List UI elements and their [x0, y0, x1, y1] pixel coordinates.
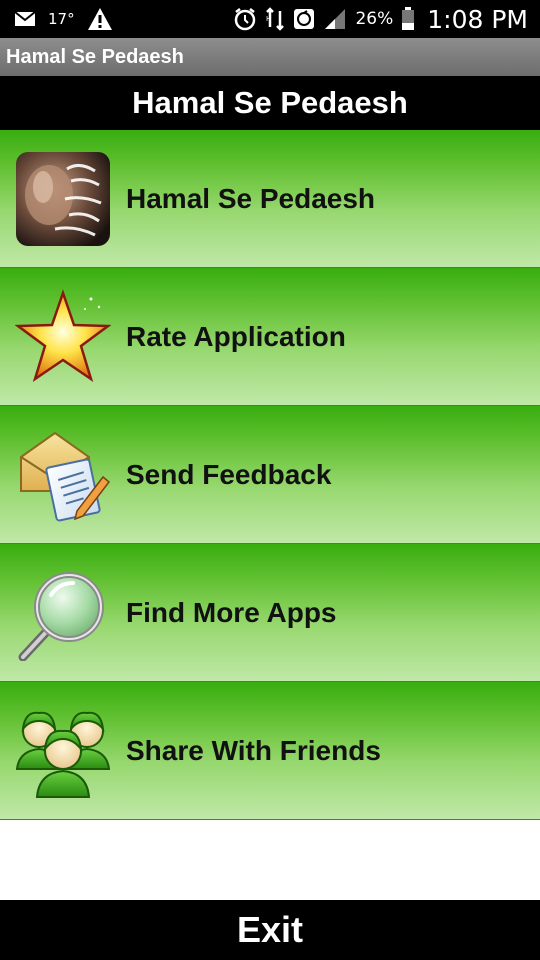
svg-text:H: H: [266, 15, 271, 23]
app-logo-icon: [14, 150, 112, 248]
warning-icon: [87, 7, 113, 31]
menu-item-send-feedback[interactable]: Send Feedback: [0, 406, 540, 544]
star-icon: [14, 288, 112, 386]
menu-item-label: Send Feedback: [126, 458, 332, 490]
clock-text: 1:08 PM: [427, 4, 528, 34]
alarm-icon: [233, 7, 257, 31]
sync-icon: [293, 8, 315, 30]
action-bar-title: Hamal Se Pedaesh: [6, 45, 184, 68]
email-icon: [14, 11, 36, 27]
menu-item-label: Find More Apps: [126, 596, 337, 628]
menu-item-label: Hamal Se Pedaesh: [126, 182, 376, 214]
menu-item-rate-application[interactable]: Rate Application: [0, 268, 540, 406]
people-icon: [14, 702, 112, 800]
action-bar: Hamal Se Pedaesh: [0, 38, 540, 76]
status-bar: 17° H 26% 1:08 PM: [0, 0, 540, 38]
battery-percent-text: 26%: [355, 9, 394, 29]
main-menu: Hamal Se Pedaesh Rate Application Send F…: [0, 130, 540, 820]
page-header: Hamal Se Pedaesh: [0, 76, 540, 130]
signal-icon: [323, 8, 347, 30]
menu-item-share-with-friends[interactable]: Share With Friends: [0, 682, 540, 820]
battery-icon: [401, 7, 415, 31]
menu-item-label: Rate Application: [126, 320, 346, 352]
menu-item-label: Share With Friends: [126, 734, 381, 766]
temperature-text: 17°: [48, 10, 75, 28]
menu-item-hamal-se-pedaesh[interactable]: Hamal Se Pedaesh: [0, 130, 540, 268]
feedback-icon: [14, 426, 112, 524]
data-transfer-icon: H: [265, 7, 285, 31]
exit-button[interactable]: Exit: [0, 900, 540, 960]
page-title: Hamal Se Pedaesh: [132, 85, 408, 120]
exit-label: Exit: [236, 909, 304, 950]
menu-item-find-more-apps[interactable]: Find More Apps: [0, 544, 540, 682]
magnifier-icon: [14, 564, 112, 662]
